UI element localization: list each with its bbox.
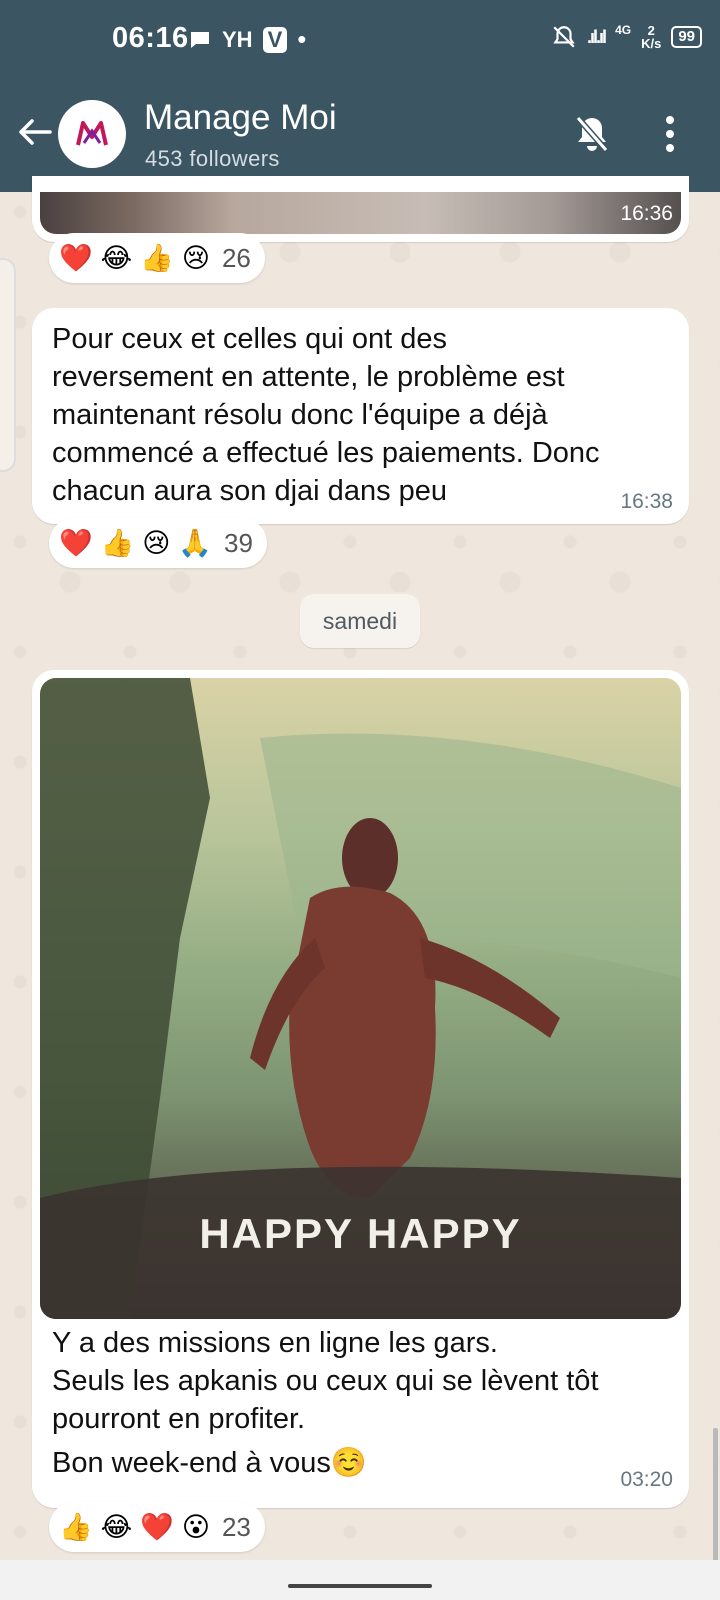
status-time: 06:16 — [112, 22, 189, 54]
chat-icon — [191, 31, 209, 48]
dot-icon: • — [297, 24, 307, 54]
home-indicator[interactable] — [288, 1584, 432, 1588]
reactions-bar[interactable]: 👍 😂 ❤️ 😮 23 — [49, 1502, 265, 1552]
side-handle — [0, 258, 16, 472]
message-bubble[interactable]: Pour ceux et celles qui ont des reversem… — [32, 308, 689, 524]
net-speed: 2 K/s — [641, 23, 662, 51]
message-bubble[interactable]: HAPPY HAPPY Y a des missions en ligne le… — [32, 670, 689, 1508]
hd-label: YH — [222, 26, 253, 52]
notifications-off-icon — [553, 26, 575, 48]
system-nav-bar — [0, 1560, 720, 1600]
message-line: Pour ceux et celles qui ont des — [52, 323, 447, 355]
reaction-emoji: 😮 — [181, 1511, 210, 1542]
reaction-emoji: 👍 — [100, 528, 135, 558]
message-time: 03:20 — [620, 1468, 673, 1491]
reaction-emoji: 👍 — [59, 1512, 93, 1542]
reaction-emoji: ❤️ — [59, 243, 93, 273]
message-time: 16:36 — [620, 202, 673, 225]
signal-icon: .ıl.ıl — [587, 26, 607, 47]
net-type: 4G — [615, 23, 632, 37]
image-overlay-text: HAPPY HAPPY — [199, 1210, 522, 1257]
message-line: maintenant résolu donc l'équipe a déjà — [52, 399, 548, 431]
scrollbar[interactable] — [713, 1428, 718, 1568]
status-left-icons: YH V • — [188, 24, 306, 55]
reaction-emoji: 😢 — [181, 242, 210, 273]
message-line: Y a des missions en ligne les gars. — [52, 1327, 498, 1359]
app-icon: V — [262, 26, 288, 53]
date-separator: samedi — [300, 594, 420, 648]
reactions-bar[interactable]: ❤️ 👍 😢 🙏 39 — [49, 518, 267, 568]
status-right: .ıl.ıl 4G 2 K/s 99 — [551, 23, 702, 51]
reaction-emoji: 😂 — [100, 1511, 133, 1542]
reaction-count: 26 — [221, 242, 251, 273]
reaction-emoji: 👍 — [140, 243, 174, 273]
followers-count[interactable]: 453 followers — [145, 146, 280, 172]
reaction-emoji: 😢 — [142, 527, 171, 558]
back-arrow-icon[interactable] — [14, 112, 54, 152]
message-line: reversement en attente, le problème est — [52, 361, 565, 393]
reaction-emoji: 🙏 — [178, 528, 213, 558]
chat-header: Manage Moi 453 followers — [0, 94, 720, 182]
channel-avatar[interactable] — [58, 100, 126, 168]
message-image[interactable]: HAPPY HAPPY — [40, 678, 681, 1319]
reaction-emoji: ❤️ — [140, 1512, 174, 1542]
channel-logo-icon — [76, 121, 108, 146]
message-line: Bon week-end à vous☺️ — [52, 1447, 368, 1479]
reaction-emoji: 😂 — [100, 242, 133, 273]
reaction-count: 23 — [221, 1511, 251, 1542]
reaction-emoji: ❤️ — [59, 528, 93, 558]
message-image[interactable] — [40, 192, 681, 234]
reaction-count: 39 — [224, 527, 253, 558]
message-line: Seuls les apkanis ou ceux qui se lèvent … — [52, 1365, 599, 1397]
more-options-icon[interactable] — [662, 114, 678, 154]
mute-notifications-icon[interactable] — [570, 112, 614, 156]
battery-icon: 99 — [671, 26, 702, 48]
message-line: commencé a effectué les paiements. Donc — [52, 437, 600, 469]
message-time: 16:38 — [620, 490, 673, 513]
reactions-bar[interactable]: ❤️ 😂 👍 😢 26 — [49, 233, 265, 283]
message-line: pourront en profiter. — [52, 1403, 306, 1435]
channel-name[interactable]: Manage Moi — [144, 98, 337, 138]
message-line: chacun aura son djai dans peu — [52, 475, 448, 507]
status-bar: 06:16 YH V • .ıl.ıl 4G 2 K/s 99 — [0, 0, 720, 80]
top-bar: 06:16 YH V • .ıl.ıl 4G 2 K/s 99 Manage M… — [0, 0, 720, 192]
